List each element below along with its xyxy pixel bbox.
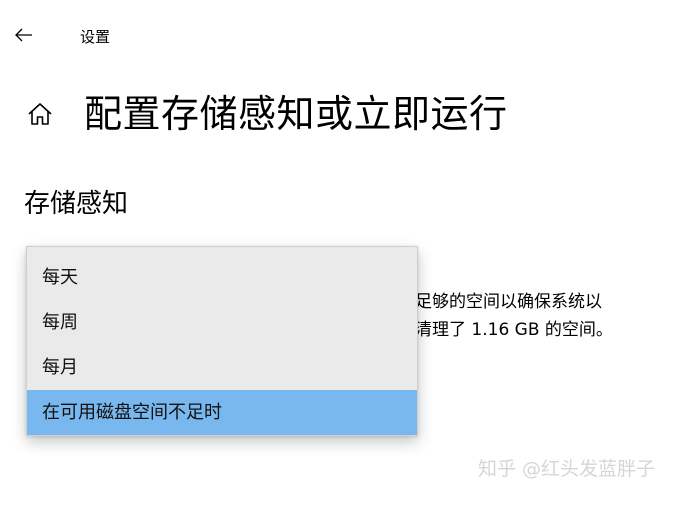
- watermark: 知乎 @红头发蓝胖子: [478, 458, 656, 480]
- back-button[interactable]: [10, 22, 38, 50]
- dropdown-option-weekly[interactable]: 每周: [27, 300, 417, 345]
- home-icon: [24, 98, 56, 130]
- section-title: 存储感知: [24, 189, 129, 219]
- dropdown-option-monthly[interactable]: 每月: [27, 345, 417, 390]
- title-bar: 设置: [0, 0, 692, 70]
- window-title: 设置: [80, 28, 111, 46]
- dropdown-option-daily[interactable]: 每天: [27, 255, 417, 300]
- page-header: 配置存储感知或立即运行: [24, 88, 508, 140]
- frequency-dropdown-list[interactable]: 每天 每周 每月 在可用磁盘空间不足时: [26, 246, 418, 436]
- page-title: 配置存储感知或立即运行: [84, 92, 508, 136]
- arrow-left-icon: [15, 27, 33, 46]
- description-line: 已清理了 1.16 GB 的空间。: [398, 320, 613, 340]
- dropdown-option-low-disk-space[interactable]: 在可用磁盘空间不足时: [27, 390, 417, 435]
- description-line: 理足够的空间以确保系统以: [398, 292, 602, 312]
- description-text: 理足够的空间以确保系统以 已清理了 1.16 GB 的空间。: [398, 288, 613, 344]
